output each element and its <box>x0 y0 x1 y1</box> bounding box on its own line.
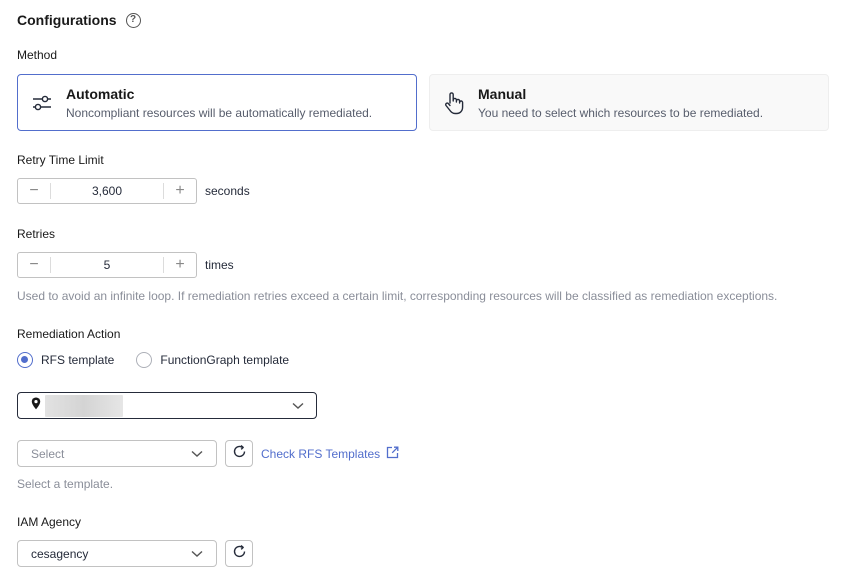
refresh-icon <box>232 444 247 464</box>
region-select[interactable] <box>17 392 317 419</box>
radio-functiongraph-template-dot[interactable] <box>136 352 153 368</box>
page-title: Configurations <box>17 12 117 28</box>
retries-stepper: − 5 + <box>17 252 197 278</box>
radio-rfs-template[interactable]: RFS template <box>17 352 114 368</box>
method-title-manual: Manual <box>478 85 527 102</box>
external-link-icon <box>386 446 399 462</box>
retry-time-decrement-button[interactable]: − <box>18 179 50 203</box>
method-desc-manual: You need to select which resources to be… <box>478 105 764 120</box>
retries-increment-button[interactable]: + <box>164 253 196 277</box>
template-select[interactable]: Select <box>17 440 217 467</box>
retries-label: Retries <box>17 227 56 241</box>
method-card-automatic[interactable]: Automatic Noncompliant resources will be… <box>17 74 417 131</box>
radio-rfs-template-dot[interactable] <box>17 352 33 368</box>
chevron-down-icon <box>191 547 203 561</box>
radio-rfs-template-label: RFS template <box>41 353 115 367</box>
retry-time-limit-label: Retry Time Limit <box>17 153 104 167</box>
method-desc-automatic: Noncompliant resources will be automatic… <box>66 105 373 120</box>
iam-agency-select[interactable]: cesagency <box>17 540 217 567</box>
remediation-action-radio-group: RFS template FunctionGraph template <box>17 351 311 369</box>
template-hint: Select a template. <box>17 477 114 491</box>
retry-time-limit-stepper: − 3,600 + <box>17 178 197 204</box>
configurations-header: Configurations ? <box>17 10 141 30</box>
method-title-automatic: Automatic <box>66 85 135 102</box>
refresh-icon <box>232 544 247 564</box>
check-rfs-templates-link[interactable]: Check RFS Templates <box>261 446 399 462</box>
check-rfs-templates-label: Check RFS Templates <box>261 447 381 461</box>
retries-input[interactable]: 5 <box>50 257 164 273</box>
region-value-redacted <box>45 394 123 417</box>
method-label: Method <box>17 48 58 62</box>
iam-agency-label: IAM Agency <box>17 515 82 529</box>
help-icon[interactable]: ? <box>125 12 141 28</box>
remediation-action-label: Remediation Action <box>17 327 121 341</box>
iam-agency-refresh-button[interactable] <box>225 540 253 567</box>
chevron-down-icon <box>191 447 203 461</box>
radio-functiongraph-template-label: FunctionGraph template <box>160 353 290 367</box>
radio-functiongraph-template[interactable]: FunctionGraph template <box>136 352 289 368</box>
iam-agency-value: cesagency <box>31 546 89 561</box>
template-select-placeholder: Select <box>31 446 65 461</box>
retries-hint: Used to avoid an infinite loop. If remed… <box>17 289 778 303</box>
template-refresh-button[interactable] <box>225 440 253 467</box>
sliders-icon <box>18 92 66 114</box>
retries-unit: times <box>205 258 234 272</box>
hand-pointer-icon <box>430 91 478 115</box>
retry-time-input[interactable]: 3,600 <box>50 183 164 199</box>
retries-decrement-button[interactable]: − <box>18 253 50 277</box>
method-card-manual[interactable]: Manual You need to select which resource… <box>429 74 829 131</box>
retry-time-unit: seconds <box>205 184 250 198</box>
location-pin-icon <box>31 397 41 415</box>
chevron-down-icon <box>292 397 304 415</box>
retry-time-increment-button[interactable]: + <box>164 179 196 203</box>
